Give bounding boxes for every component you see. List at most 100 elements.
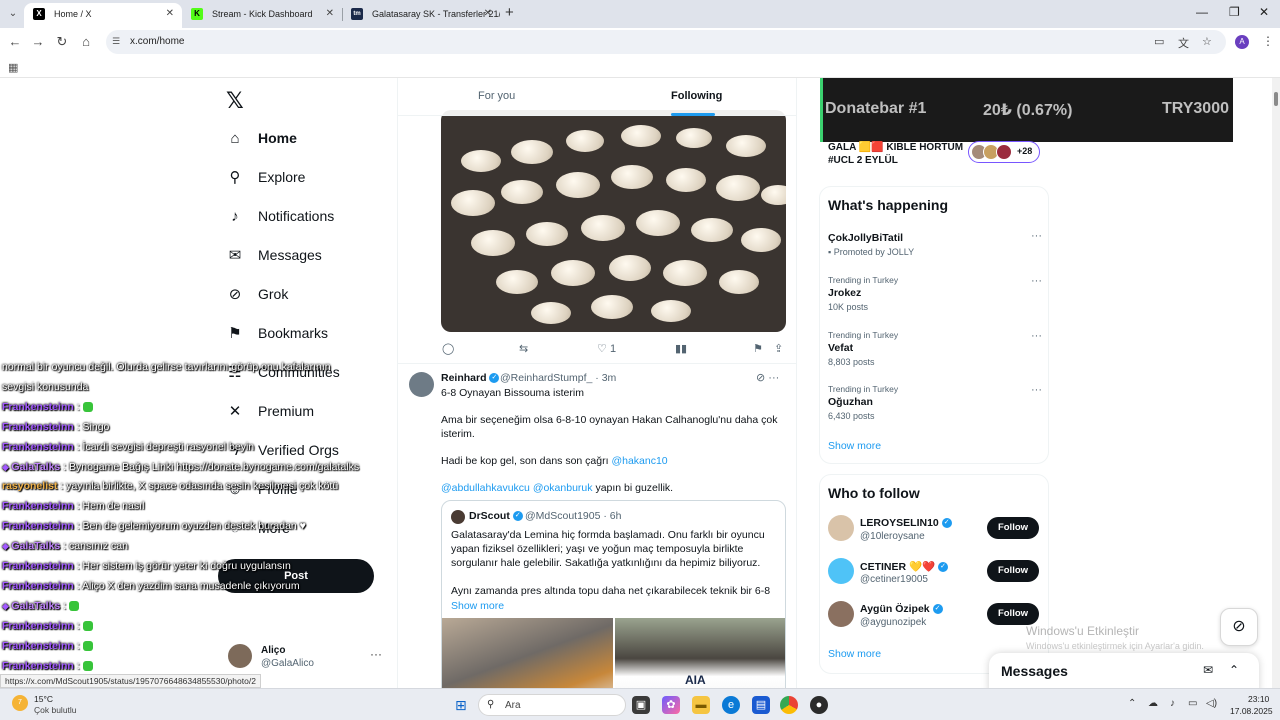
bookmark-star-icon[interactable]: ☆	[1202, 35, 1212, 48]
minimize-icon[interactable]: —	[1196, 5, 1208, 19]
views-icon[interactable]: ▮▮	[675, 342, 687, 355]
profile-avatar[interactable]: A	[1235, 35, 1249, 49]
close-window-icon[interactable]: ✕	[1259, 5, 1269, 19]
mention-link[interactable]: @hakanc10	[611, 455, 667, 467]
home-page-icon[interactable]: ⌂	[78, 34, 94, 49]
mention-link[interactable]: @abdullahkavukcu	[441, 482, 530, 494]
follow-suggestion[interactable]: Aygün Özipek ✓ @aygunozipek Follow	[828, 601, 1042, 631]
follow-button[interactable]: Follow	[987, 603, 1039, 625]
x-logo-icon[interactable]: 𝕏	[226, 88, 244, 114]
volume-icon[interactable]: ◁)	[1206, 698, 1217, 709]
cloud-icon[interactable]: ☁	[1148, 698, 1158, 709]
microphone-icon[interactable]: ♪	[1170, 698, 1175, 709]
more-icon[interactable]: ···	[1031, 275, 1042, 287]
store-icon[interactable]: ▤	[752, 696, 770, 714]
avatar[interactable]	[828, 515, 854, 541]
browser-tab-kick-dashboard[interactable]: K Stream - Kick Dashboard ✕	[182, 3, 342, 28]
windows-start-icon[interactable]: ⊞	[455, 697, 467, 714]
quoted-tweet[interactable]: DrScout ✓ @MdScout1905 · 6h Galatasaray'…	[441, 500, 786, 688]
apps-grid-icon[interactable]: ▦	[8, 61, 18, 74]
more-icon[interactable]: ···	[1031, 384, 1042, 396]
tweet-media-image[interactable]	[441, 110, 786, 332]
close-tab-icon[interactable]: ✕	[166, 3, 174, 25]
share-icon[interactable]: ⇪	[774, 342, 783, 355]
close-tab-icon[interactable]: ✕	[326, 3, 334, 25]
new-message-icon[interactable]: ✉	[1203, 663, 1213, 677]
copilot-icon[interactable]: ✿	[662, 696, 680, 714]
show-more-link[interactable]: Show more	[828, 440, 881, 452]
chevron-up-icon[interactable]: ⌃	[1229, 663, 1239, 677]
restore-icon[interactable]: ❐	[1229, 5, 1240, 19]
site-info-icon[interactable]: ☰	[112, 36, 120, 47]
taskbar-search[interactable]: ⚲ Ara	[478, 694, 626, 716]
grok-floating-button[interactable]: ⊘	[1220, 608, 1258, 646]
clock-date[interactable]: 17.08.2025	[1230, 706, 1273, 716]
edge-icon[interactable]: e	[722, 696, 740, 714]
follow-button[interactable]: Follow	[987, 560, 1039, 582]
follow-suggestion[interactable]: CETINER 💛❤️ ✓ @cetiner19005 Follow	[828, 558, 1042, 588]
x-favicon-icon: X	[33, 8, 45, 20]
tray-chevron-up-icon[interactable]: ⌃	[1128, 698, 1136, 709]
reload-icon[interactable]: ↻	[54, 34, 70, 50]
trend-item[interactable]: Trending in Turkey Oğuzhan 6,430 posts ···	[828, 384, 1042, 421]
tweet-card[interactable]: Reinhard ✓ @ReinhardStumpf_ · 3m ⊘ ··· 6…	[398, 363, 796, 688]
forward-icon[interactable]: →	[30, 34, 46, 49]
live-space-card[interactable]: GALA 🟨🟥 KIBLE HORTUM #UCL 2 EYLÜL +28	[828, 141, 1043, 171]
task-view-icon[interactable]: ▣	[632, 696, 650, 714]
chat-text: : Ben de gelemiyorum oyuzden destek bura…	[76, 520, 306, 533]
obs-icon[interactable]: ●	[810, 696, 828, 714]
nav-item-premium[interactable]: ✕ Premium	[226, 396, 314, 426]
file-explorer-icon[interactable]: ▬	[692, 696, 710, 714]
back-icon[interactable]: ←	[7, 34, 23, 49]
translate-icon[interactable]: 文	[1178, 35, 1189, 51]
nav-item-messages[interactable]: ✉ Messages	[226, 240, 322, 270]
scrollbar-thumb[interactable]	[1274, 92, 1278, 106]
page-scrollbar[interactable]	[1272, 78, 1280, 688]
browser-tab-galatasaray[interactable]: tm Galatasaray SK - Transferler 21/ ✕	[342, 3, 500, 28]
clock-time[interactable]: 23:10	[1248, 694, 1269, 704]
avatar[interactable]	[828, 558, 854, 584]
reply-icon[interactable]: ◯	[442, 342, 454, 355]
chat-username: GalaTalks	[11, 460, 61, 473]
quote-photo-2[interactable]: AIA	[615, 618, 785, 688]
mention-link[interactable]: @okanburuk	[533, 482, 593, 494]
nav-item-home[interactable]: ⌂ Home	[226, 123, 296, 153]
new-tab-icon[interactable]: +	[505, 4, 514, 21]
more-icon[interactable]: ···	[1031, 330, 1042, 342]
avatar[interactable]	[828, 601, 854, 627]
close-tab-icon[interactable]: ✕	[484, 3, 492, 25]
like-button[interactable]: ♡ 1	[597, 342, 616, 355]
trend-item[interactable]: ÇokJollyBiTatil ▪ Promoted by JOLLY ···	[828, 230, 1042, 257]
more-icon[interactable]: ···	[1031, 230, 1042, 242]
account-switcher[interactable]: Aliço @GalaAlico ···	[228, 644, 388, 672]
grok-icon[interactable]: ⊘	[756, 372, 765, 384]
trend-item[interactable]: Trending in Turkey Vefat 8,803 posts ···	[828, 330, 1042, 367]
bookmark-icon[interactable]: ⚑	[753, 342, 763, 355]
follow-suggestion[interactable]: LEROYSELIN10 ✓ @10leroysane Follow	[828, 515, 1042, 545]
quote-photo-1[interactable]	[442, 618, 613, 688]
messages-drawer[interactable]: Messages ✉ ⌃	[989, 653, 1259, 688]
weather-icon[interactable]: 7	[12, 695, 28, 711]
show-more-link[interactable]: Show more	[828, 648, 881, 660]
avatar[interactable]	[409, 372, 434, 397]
nav-item-grok[interactable]: ⊘ Grok	[226, 279, 289, 309]
follow-button[interactable]: Follow	[987, 517, 1039, 539]
network-icon[interactable]: ▭	[1188, 698, 1197, 709]
repost-icon[interactable]: ⇆	[519, 342, 528, 355]
tab-search-dropdown-icon[interactable]: ⌄	[4, 5, 22, 23]
more-icon[interactable]: ···	[768, 372, 779, 384]
trend-item[interactable]: Trending in Turkey Jrokez 10K posts ···	[828, 275, 1042, 312]
tweet-author[interactable]: Reinhard ✓	[441, 372, 500, 384]
tab-for-you[interactable]: For you	[478, 90, 515, 102]
browser-menu-icon[interactable]: ⋮	[1262, 34, 1274, 48]
browser-tab-home-x[interactable]: X Home / X ✕	[24, 3, 182, 28]
chrome-icon[interactable]	[780, 696, 798, 714]
tab-following[interactable]: Following	[671, 90, 722, 102]
cast-icon[interactable]: ▭	[1154, 35, 1164, 48]
address-bar[interactable]: ☰ x.com/home ▭ 文 ☆	[106, 30, 1226, 54]
nav-item-notifications[interactable]: ♪ Notifications	[226, 201, 334, 231]
nav-item-bookmarks[interactable]: ⚑ Bookmarks	[226, 318, 328, 348]
nav-item-explore[interactable]: ⚲ Explore	[226, 162, 306, 192]
more-icon[interactable]: ···	[370, 647, 382, 661]
show-more-link[interactable]: Show more	[451, 600, 504, 612]
